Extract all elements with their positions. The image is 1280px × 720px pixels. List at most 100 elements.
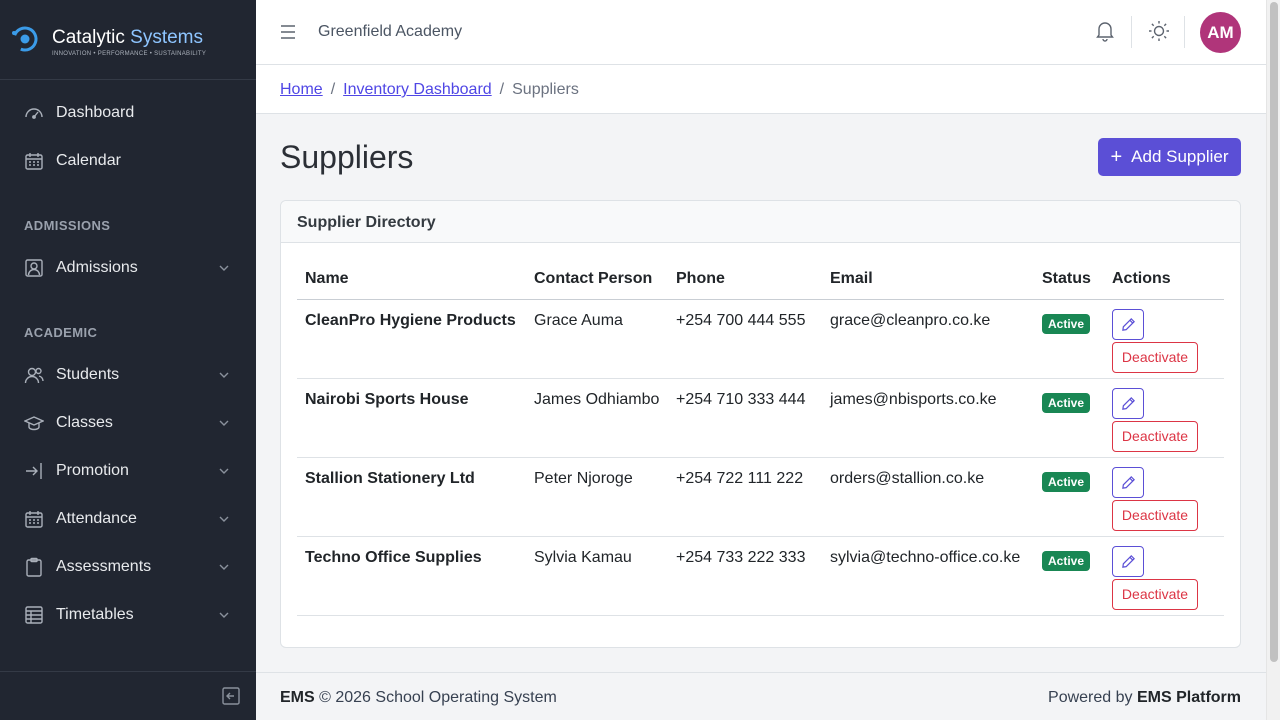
footer-copyright: EMS © 2026 School Operating System [280, 689, 557, 706]
box-arrow-right-icon [24, 461, 44, 481]
chevron-down-icon [219, 612, 229, 618]
column-header-name: Name [297, 259, 526, 300]
table-row: CleanPro Hygiene Products Grace Auma +25… [297, 299, 1224, 379]
bell-icon[interactable] [1095, 20, 1115, 42]
deactivate-button[interactable]: Deactivate [1112, 420, 1198, 452]
chevron-down-icon [219, 516, 229, 522]
breadcrumb-inventory-link[interactable]: Inventory Dashboard [343, 81, 492, 99]
status-badge: Active [1042, 471, 1091, 492]
sidebar-item-classes[interactable]: Classes [0, 399, 256, 447]
calendar-icon [24, 151, 44, 171]
sidebar-item-calendar[interactable]: Calendar [0, 137, 256, 185]
sidebar-item-attendance[interactable]: Attendance [0, 495, 256, 543]
chevron-down-icon [219, 420, 229, 426]
section-title-academic: ACADEMIC [24, 325, 98, 340]
header-divider [1184, 16, 1185, 48]
brand[interactable]: Catalytic Systems INNOVATION • PERFORMAN… [0, 0, 256, 80]
column-header-actions: Actions [1104, 259, 1224, 300]
phone: +254 722 111 222 [668, 457, 822, 537]
table-row: Techno Office Supplies Sylvia Kamau +254… [297, 536, 1224, 616]
page-scrollbar[interactable] [1266, 0, 1280, 720]
brand-tagline: INNOVATION • PERFORMANCE • SUSTAINABILIT… [52, 51, 207, 57]
page-footer: EMS © 2026 School Operating System Power… [256, 672, 1266, 720]
column-header-email: Email [822, 259, 1034, 300]
sidebar-nav: Dashboard Calendar ADMISSIONS Admissions… [0, 89, 256, 639]
sidebar-item-label: Promotion [56, 462, 129, 479]
people-icon [24, 365, 44, 385]
contact-person: Peter Njoroge [526, 457, 668, 537]
deactivate-button[interactable]: Deactivate [1112, 499, 1198, 531]
clipboard-icon [24, 557, 44, 577]
breadcrumb: Home / Inventory Dashboard / Suppliers [280, 81, 579, 99]
add-supplier-button[interactable]: + Add Supplier [1098, 138, 1241, 176]
email: orders@stallion.co.ke [822, 457, 1034, 537]
plus-icon: + [1110, 146, 1123, 168]
deactivate-button[interactable]: Deactivate [1112, 341, 1198, 373]
sidebar: Catalytic Systems INNOVATION • PERFORMAN… [0, 0, 256, 720]
email: james@nbisports.co.ke [822, 378, 1034, 458]
sidebar-item-label: Admissions [56, 259, 138, 276]
contact-person: Grace Auma [526, 299, 668, 379]
menu-toggle-icon[interactable] [280, 23, 296, 41]
sidebar-item-dashboard[interactable]: Dashboard [0, 89, 256, 137]
logo-icon [12, 26, 38, 52]
contact-person: James Odhiambo [526, 378, 668, 458]
chevron-down-icon [219, 265, 229, 271]
phone: +254 700 444 555 [668, 299, 822, 379]
breadcrumb-current: Suppliers [512, 81, 579, 98]
sidebar-item-promotion[interactable]: Promotion [0, 447, 256, 495]
suppliers-table: Name Contact Person Phone Email Status A… [297, 259, 1224, 616]
sidebar-item-label: Assessments [56, 558, 152, 575]
sidebar-footer-divider [0, 671, 256, 672]
sidebar-item-students[interactable]: Students [0, 351, 256, 399]
header-divider [1131, 16, 1132, 48]
supplier-name: CleanPro Hygiene Products [297, 299, 526, 379]
table-icon [24, 605, 44, 625]
edit-button[interactable] [1112, 545, 1144, 577]
supplier-name: Stallion Stationery Ltd [297, 457, 526, 537]
status-badge: Active [1042, 313, 1091, 334]
table-row: Stallion Stationery Ltd Peter Njoroge +2… [297, 457, 1224, 537]
chevron-down-icon [219, 564, 229, 570]
email: sylvia@techno-office.co.ke [822, 536, 1034, 616]
supplier-name: Nairobi Sports House [297, 378, 526, 458]
theme-toggle-icon[interactable] [1148, 20, 1170, 42]
breadcrumb-home-link[interactable]: Home [280, 81, 323, 99]
status-badge: Active [1042, 392, 1091, 413]
footer-powered-by: Powered by EMS Platform [1048, 689, 1241, 706]
email: grace@cleanpro.co.ke [822, 299, 1034, 379]
sidebar-item-label: Students [56, 366, 120, 383]
phone: +254 710 333 444 [668, 378, 822, 458]
edit-button[interactable] [1112, 466, 1144, 498]
card-title: Supplier Directory [281, 201, 1240, 243]
supplier-directory-card: Supplier Directory Name Contact Person P… [280, 200, 1241, 648]
phone: +254 733 222 333 [668, 536, 822, 616]
sidebar-item-assessments[interactable]: Assessments [0, 543, 256, 591]
breadcrumb-separator: / [330, 81, 336, 98]
status-badge: Active [1042, 550, 1091, 571]
sidebar-collapse-icon[interactable] [222, 687, 240, 705]
contact-person: Sylvia Kamau [526, 536, 668, 616]
edit-button[interactable] [1112, 308, 1144, 340]
table-header-row: Name Contact Person Phone Email Status A… [297, 259, 1224, 300]
breadcrumb-bar: Home / Inventory Dashboard / Suppliers [256, 65, 1266, 114]
sidebar-item-admissions[interactable]: Admissions [0, 244, 256, 292]
pencil-icon [1122, 317, 1135, 331]
mortarboard-icon [24, 413, 44, 433]
org-name: Greenfield Academy [318, 23, 463, 40]
table-row: Nairobi Sports House James Odhiambo +254… [297, 378, 1224, 458]
person-badge-icon [24, 258, 44, 278]
pencil-icon [1122, 554, 1135, 568]
edit-button[interactable] [1112, 387, 1144, 419]
sidebar-item-label: Dashboard [56, 104, 135, 121]
scrollbar-thumb[interactable] [1270, 2, 1278, 662]
sidebar-item-label: Attendance [56, 510, 137, 527]
breadcrumb-separator: / [499, 81, 505, 98]
calendar-check-icon [24, 509, 44, 529]
pencil-icon [1122, 396, 1135, 410]
deactivate-button[interactable]: Deactivate [1112, 578, 1198, 610]
avatar[interactable]: AM [1200, 12, 1241, 53]
sidebar-item-timetables[interactable]: Timetables [0, 591, 256, 639]
speedometer-icon [24, 103, 44, 123]
column-header-status: Status [1034, 259, 1104, 300]
